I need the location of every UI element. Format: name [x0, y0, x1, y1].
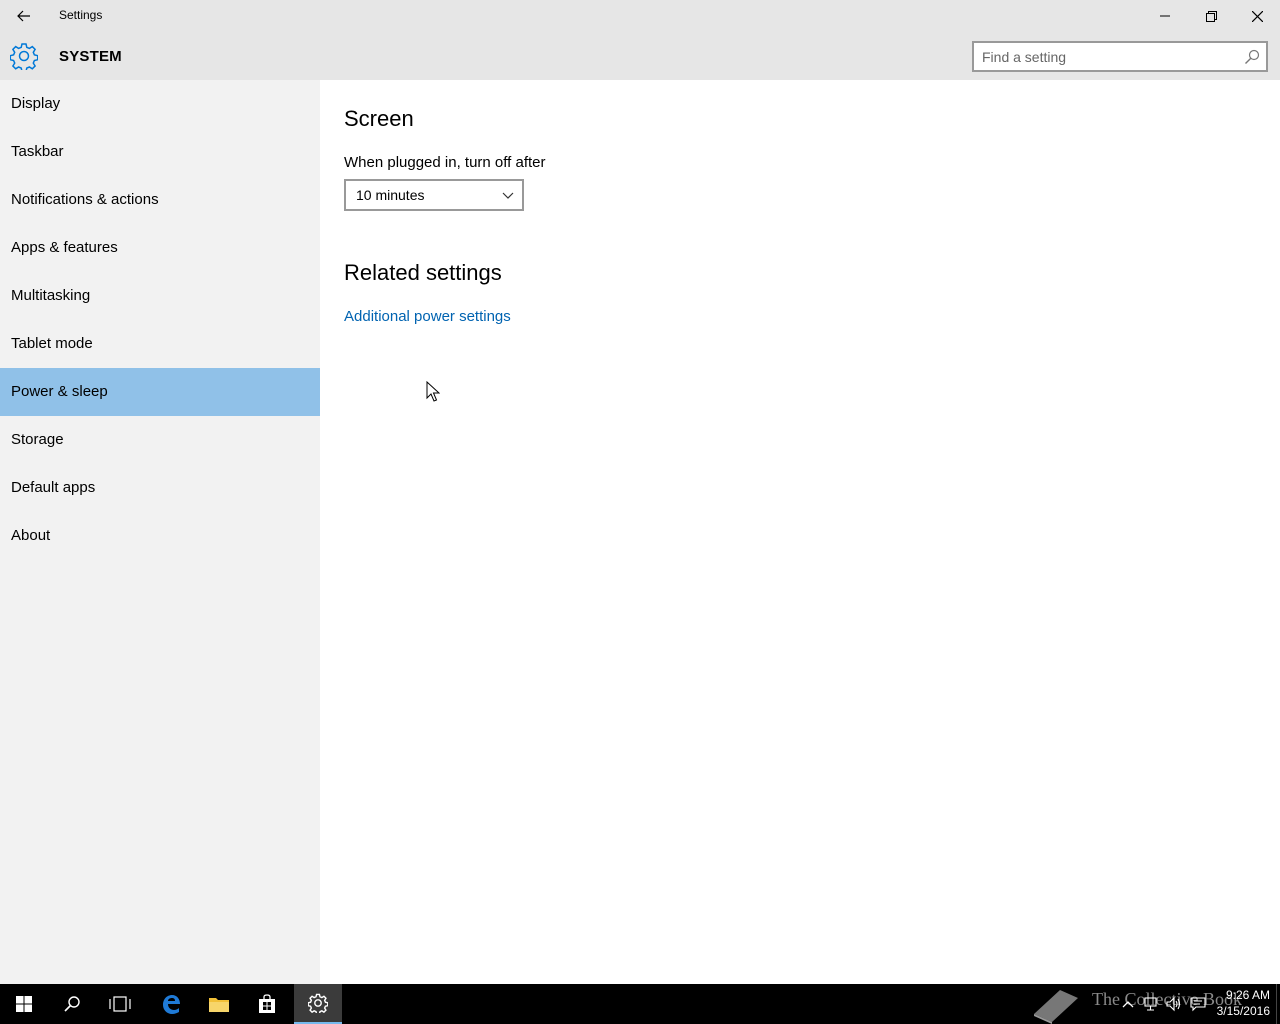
main-content: Screen When plugged in, turn off after 1… — [320, 80, 1280, 984]
task-view-button[interactable] — [96, 984, 144, 1024]
back-arrow-icon — [17, 10, 30, 22]
task-view-icon — [109, 996, 131, 1012]
show-desktop-button[interactable] — [1276, 984, 1280, 1024]
store-icon — [259, 994, 275, 1013]
folder-icon — [209, 998, 229, 1012]
sidebar-item-storage[interactable]: Storage — [0, 416, 320, 464]
dropdown-value: 10 minutes — [356, 187, 425, 203]
clock-date: 3/15/2016 — [1216, 1004, 1270, 1018]
sidebar-item-about[interactable]: About — [0, 512, 320, 560]
sidebar-item-default-apps[interactable]: Default apps — [0, 464, 320, 512]
window-title: Settings — [59, 8, 103, 22]
minimize-button[interactable] — [1142, 0, 1188, 32]
start-button[interactable] — [0, 984, 48, 1024]
taskbar-search-button[interactable] — [48, 984, 96, 1024]
windows-logo-icon — [16, 996, 32, 1012]
show-hidden-icons-icon[interactable] — [1120, 996, 1136, 1012]
store-button[interactable] — [243, 984, 291, 1024]
settings-window: Settings SYSTEM Display Taskbar — [0, 0, 1280, 984]
screen-timeout-dropdown[interactable]: 10 minutes — [344, 179, 524, 211]
sidebar-item-taskbar[interactable]: Taskbar — [0, 128, 320, 176]
screen-heading: Screen — [344, 106, 414, 131]
sidebar-item-power-sleep[interactable]: Power & sleep — [0, 368, 320, 416]
search-icon[interactable] — [1244, 49, 1260, 65]
related-settings-heading: Related settings — [344, 260, 502, 285]
mouse-cursor-icon — [426, 381, 440, 402]
search-box[interactable] — [972, 41, 1268, 72]
sidebar-item-notifications[interactable]: Notifications & actions — [0, 176, 320, 224]
close-icon — [1251, 10, 1263, 22]
restore-icon — [1205, 10, 1217, 22]
plugged-in-label: When plugged in, turn off after — [344, 154, 546, 171]
restore-button[interactable] — [1188, 0, 1234, 32]
title-bar: Settings — [0, 0, 1280, 32]
minimize-icon — [1160, 15, 1170, 17]
settings-header: SYSTEM — [0, 32, 1280, 80]
taskbar: The Collective Book 9:26 AM 3/15/2016 — [0, 984, 1280, 1024]
sidebar-item-multitasking[interactable]: Multitasking — [0, 272, 320, 320]
volume-icon[interactable] — [1166, 996, 1182, 1012]
sidebar-item-display[interactable]: Display — [0, 80, 320, 128]
book-logo-icon — [1034, 990, 1078, 1024]
settings-taskbar-button[interactable] — [294, 984, 342, 1024]
clock[interactable]: 9:26 AM 3/15/2016 — [1217, 987, 1270, 1019]
sidebar-item-tablet-mode[interactable]: Tablet mode — [0, 320, 320, 368]
additional-power-settings-link[interactable]: Additional power settings — [344, 308, 511, 325]
close-button[interactable] — [1234, 0, 1280, 32]
section-title: SYSTEM — [59, 48, 122, 65]
sidebar: Display Taskbar Notifications & actions … — [0, 80, 320, 984]
search-icon — [64, 996, 80, 1012]
network-icon[interactable] — [1143, 996, 1159, 1012]
edge-button[interactable] — [147, 984, 195, 1024]
search-input[interactable] — [982, 47, 1232, 67]
chevron-down-icon — [502, 192, 514, 199]
gear-icon — [308, 993, 328, 1013]
back-button[interactable] — [0, 0, 48, 32]
gear-icon — [10, 43, 38, 70]
clock-time: 9:26 AM — [1225, 988, 1270, 1002]
file-explorer-button[interactable] — [195, 984, 243, 1024]
sidebar-item-apps-features[interactable]: Apps & features — [0, 224, 320, 272]
action-center-icon[interactable] — [1190, 996, 1206, 1012]
edge-icon — [163, 995, 180, 1014]
